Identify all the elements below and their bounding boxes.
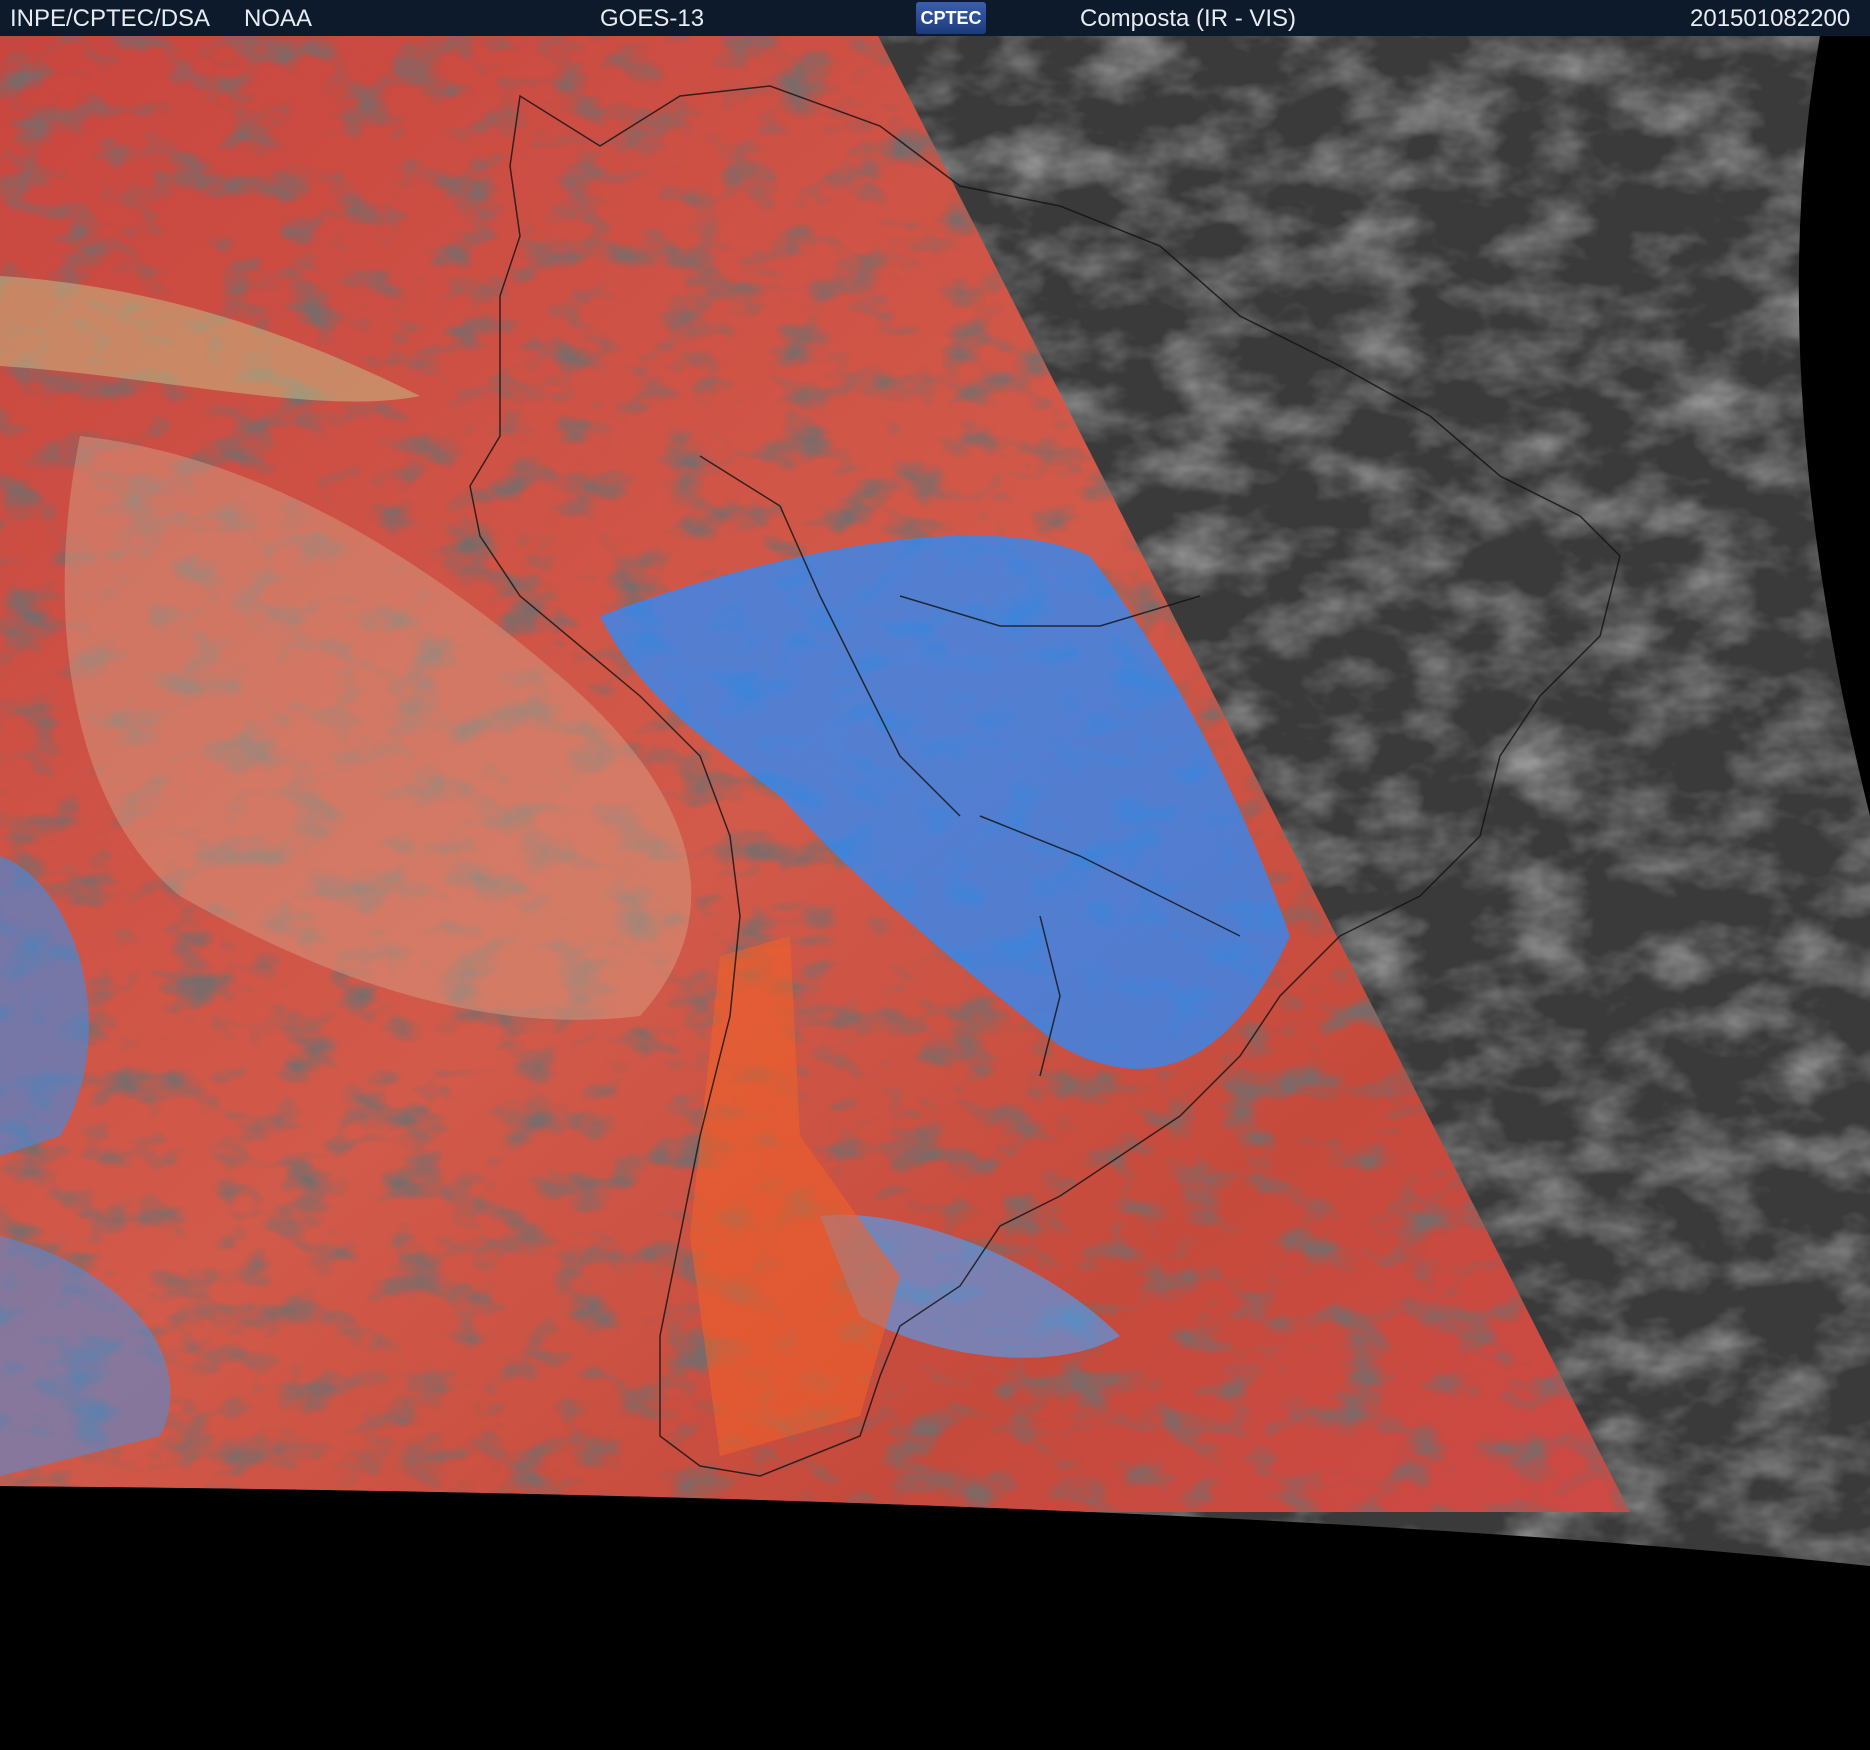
partner-label: NOAA: [244, 5, 313, 32]
satellite-label: GOES-13: [600, 5, 705, 32]
product-label: Composta (IR - VIS): [1080, 5, 1297, 32]
timestamp-label: 201501082200: [1690, 5, 1851, 32]
satellite-image: [0, 36, 1870, 1750]
cptec-logo: CPTEC: [916, 2, 986, 34]
agency-label: INPE/CPTEC/DSA: [10, 5, 211, 32]
header-bar: INPE/CPTEC/DSA NOAA GOES-13 CPTEC Compos…: [0, 0, 1870, 36]
